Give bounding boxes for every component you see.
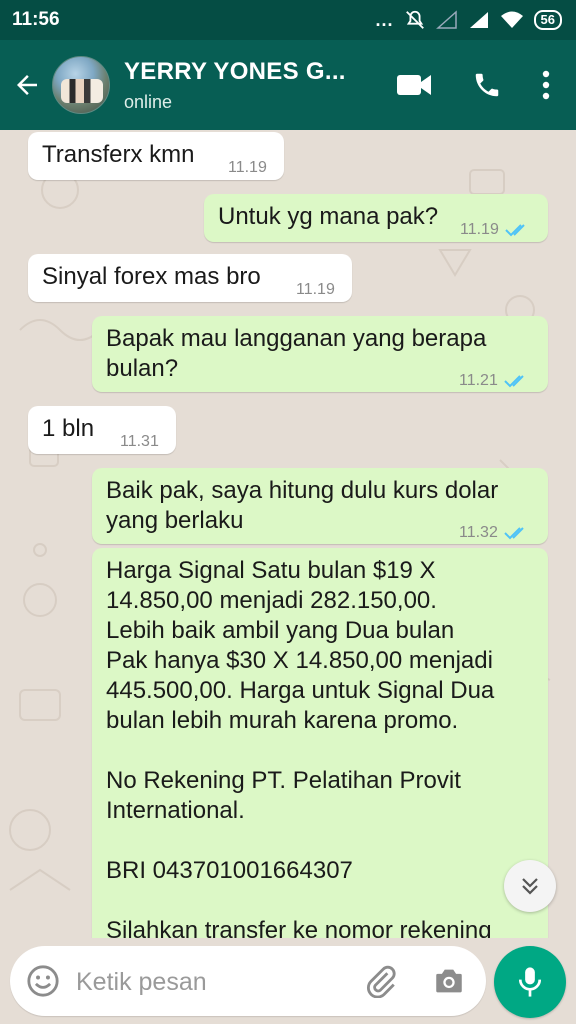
read-ticks-icon bbox=[505, 223, 531, 237]
status-time: 11:56 bbox=[12, 9, 60, 30]
phone-icon bbox=[475, 73, 499, 97]
menu-button[interactable] bbox=[542, 70, 550, 100]
status-icons: ... 56 bbox=[376, 9, 562, 31]
contact-name: YERRY YONES G... bbox=[124, 57, 346, 85]
chevrons-down-icon bbox=[522, 878, 538, 895]
message-time: 11.32 bbox=[459, 524, 498, 541]
read-ticks-icon bbox=[504, 374, 530, 388]
smiley-icon bbox=[27, 965, 59, 997]
video-camera-icon bbox=[397, 75, 431, 95]
chat-area[interactable]: Transferx kmn 11.19 Untuk yg mana pak? 1… bbox=[0, 130, 576, 938]
emoji-button[interactable] bbox=[26, 964, 60, 998]
chat-header: YERRY YONES G... online bbox=[0, 40, 576, 130]
voice-message-button[interactable] bbox=[494, 946, 566, 1018]
video-call-button[interactable] bbox=[396, 72, 432, 98]
message-time: 11.31 bbox=[120, 433, 159, 450]
message-bubble-outgoing[interactable]: Bapak mau langganan yang berapa bulan? 1… bbox=[92, 316, 548, 392]
composer-bar bbox=[0, 938, 576, 1024]
message-bubble-incoming[interactable]: Transferx kmn 11.19 bbox=[28, 132, 284, 180]
camera-icon bbox=[436, 969, 462, 993]
message-time: 11.19 bbox=[228, 159, 267, 176]
message-time: 11.21 bbox=[459, 372, 498, 389]
scroll-to-bottom-button[interactable] bbox=[504, 860, 556, 912]
message-text: Baik pak, saya hitung dulu kurs dolar ya… bbox=[106, 477, 499, 534]
message-text: Harga Signal Satu bulan $19 X 14.850,00 … bbox=[106, 557, 495, 938]
back-button[interactable] bbox=[2, 40, 52, 130]
signal-icon bbox=[468, 10, 490, 30]
message-text: Sinyal forex mas bro bbox=[42, 263, 261, 290]
message-text: Transferx kmn bbox=[42, 141, 195, 168]
status-bar: 11:56 ... 56 bbox=[0, 0, 576, 40]
more-vertical-icon bbox=[542, 70, 550, 100]
message-meta: 11.32 bbox=[459, 518, 530, 548]
battery-indicator: 56 bbox=[533, 10, 562, 30]
wifi-icon bbox=[500, 10, 524, 30]
microphone-icon bbox=[518, 967, 542, 997]
message-meta: 11.19 bbox=[460, 215, 531, 245]
message-text: Bapak mau langganan yang berapa bulan? bbox=[106, 325, 487, 382]
attach-button[interactable] bbox=[364, 964, 398, 998]
mute-icon bbox=[404, 9, 426, 31]
contact-status: online bbox=[124, 91, 173, 112]
message-text: 1 bln bbox=[42, 415, 95, 442]
notification-dots: ... bbox=[375, 9, 394, 30]
signal-weak-icon bbox=[435, 10, 458, 30]
composer-box bbox=[10, 946, 486, 1016]
message-bubble-outgoing[interactable]: Harga Signal Satu bulan $19 X 14.850,00 … bbox=[92, 548, 548, 938]
voice-call-button[interactable] bbox=[472, 70, 502, 100]
message-bubble-outgoing[interactable]: Baik pak, saya hitung dulu kurs dolar ya… bbox=[92, 468, 548, 544]
message-time: 11.19 bbox=[296, 281, 335, 298]
message-bubble-outgoing[interactable]: Untuk yg mana pak? 11.19 bbox=[204, 194, 548, 242]
paperclip-icon bbox=[366, 965, 396, 998]
message-bubble-incoming[interactable]: Sinyal forex mas bro 11.19 bbox=[28, 254, 352, 302]
message-text: Untuk yg mana pak? bbox=[218, 203, 439, 230]
message-input[interactable] bbox=[76, 966, 356, 998]
contact-info[interactable]: YERRY YONES G... online bbox=[124, 58, 396, 113]
read-ticks-icon bbox=[504, 526, 530, 540]
message-time: 11.19 bbox=[460, 221, 499, 238]
arrow-left-icon bbox=[17, 75, 37, 95]
camera-button[interactable] bbox=[432, 964, 466, 998]
message-bubble-incoming[interactable]: 1 bln 11.31 bbox=[28, 406, 176, 454]
message-meta: 11.21 bbox=[459, 366, 530, 396]
header-actions bbox=[396, 70, 550, 100]
avatar[interactable] bbox=[52, 56, 110, 114]
